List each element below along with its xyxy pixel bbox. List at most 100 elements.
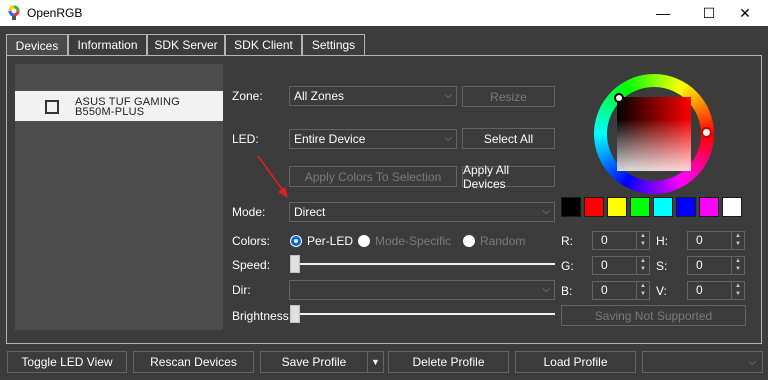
random-radio[interactable]: Random [463,233,525,249]
saturation-spinbox[interactable]: 0 ▲ ▼ [687,256,745,275]
maximize-icon: ☐ [702,4,716,21]
mode-value: Direct [294,205,326,219]
color-wheel[interactable] [594,74,714,194]
b-label: B: [561,284,573,298]
r-label: R: [561,234,573,248]
tab-label: SDK Client [234,38,293,52]
chevron-down-icon: ⌵ [444,133,452,144]
swatch-black[interactable] [561,197,581,217]
saving-not-supported-button[interactable]: Saving Not Supported [561,305,746,326]
wheel-hue-handle[interactable] [614,93,624,103]
g-value: 0 [601,258,608,272]
chevron-down-icon: ⌵ [542,284,550,295]
motherboard-icon [45,100,59,114]
spin-arrows-icon[interactable]: ▲ ▼ [636,232,649,249]
h-value: 0 [696,233,703,247]
mode-select[interactable]: Direct ⌵ [289,202,555,222]
chevron-down-icon: ⌵ [542,206,550,217]
hue-spinbox[interactable]: 0 ▲ ▼ [687,231,745,250]
tab-label: Settings [311,38,356,52]
per-led-radio[interactable]: Per-LED [290,233,353,249]
chevron-down-icon: ⌵ [444,90,452,101]
openrgb-logo-icon [8,5,20,20]
load-profile-button[interactable]: Load Profile [515,351,636,373]
chevron-down-icon: ⌵ [748,356,756,368]
h-label: H: [656,234,668,248]
b-value: 0 [601,283,608,297]
device-list-item[interactable]: ASUS TUF GAMING B550M-PLUS [15,91,223,121]
tab-label: SDK Server [154,38,218,52]
minimize-button[interactable]: — [640,0,686,26]
spin-arrows-icon[interactable]: ▲ ▼ [636,282,649,299]
tab-sdk-client[interactable]: SDK Client [225,34,302,55]
red-spinbox[interactable]: 0 ▲ ▼ [592,231,650,250]
toggle-led-view-button[interactable]: Toggle LED View [7,351,127,373]
triangle-down-icon: ▼ [371,357,380,367]
direction-select[interactable]: ⌵ [289,280,555,300]
brightness-label: Brightness: [232,309,293,323]
apply-colors-label: Apply Colors To Selection [304,169,442,184]
spin-arrows-icon[interactable]: ▲ ▼ [636,257,649,274]
device-name-line2: B550M-PLUS [75,106,145,118]
rescan-devices-button[interactable]: Rescan Devices [133,351,254,373]
rescan-devices-label: Rescan Devices [150,355,237,369]
brightness-slider-handle[interactable] [290,305,300,323]
close-button[interactable]: ✕ [722,0,768,26]
resize-button[interactable]: Resize [462,86,555,107]
apply-all-devices-button[interactable]: Apply All Devices [462,163,555,191]
swatch-magenta[interactable] [699,197,719,217]
blue-spinbox[interactable]: 0 ▲ ▼ [592,281,650,300]
delete-profile-label: Delete Profile [412,355,485,369]
swatch-yellow[interactable] [607,197,627,217]
title-bar: OpenRGB — ☐ ✕ [0,0,768,26]
save-profile-dropdown-button[interactable]: ▼ [368,351,384,373]
radio-unchecked-icon [358,235,370,247]
window-title: OpenRGB [27,6,83,20]
select-all-button[interactable]: Select All [462,128,555,149]
s-label: S: [656,259,668,273]
mode-specific-radio[interactable]: Mode-Specific [358,233,451,249]
v-value: 0 [696,283,703,297]
radio-unchecked-icon [463,235,475,247]
swatch-cyan[interactable] [653,197,673,217]
random-label: Random [480,234,526,248]
tab-information[interactable]: Information [68,34,147,55]
red-arrow-icon [257,155,288,198]
spin-arrows-icon[interactable]: ▲ ▼ [731,232,744,249]
green-spinbox[interactable]: 0 ▲ ▼ [592,256,650,275]
swatch-green[interactable] [630,197,650,217]
zone-label: Zone: [232,89,263,103]
zone-select[interactable]: All Zones ⌵ [289,86,457,106]
swatch-red[interactable] [584,197,604,217]
spin-arrows-icon[interactable]: ▲ ▼ [731,257,744,274]
apply-all-label: Apply All Devices [463,162,510,191]
minimize-icon: — [656,5,670,21]
r-value: 0 [601,233,608,247]
save-profile-button[interactable]: Save Profile [260,351,368,373]
delete-profile-button[interactable]: Delete Profile [388,351,509,373]
wheel-sv-handle[interactable] [701,127,712,138]
v-label: V: [656,284,667,298]
apply-colors-to-selection-button[interactable]: Apply Colors To Selection [289,166,457,187]
swatch-white[interactable] [722,197,742,217]
close-icon: ✕ [739,4,751,21]
spin-arrows-icon[interactable]: ▲ ▼ [731,282,744,299]
tab-label: Information [77,38,138,52]
value-spinbox[interactable]: 0 ▲ ▼ [687,281,745,300]
toggle-led-view-label: Toggle LED View [21,355,113,369]
speed-slider-handle[interactable] [290,255,300,273]
mode-specific-label: Mode-Specific [375,234,452,248]
led-select[interactable]: Entire Device ⌵ [289,129,457,149]
tab-devices[interactable]: Devices [6,34,68,56]
zone-value: All Zones [294,89,345,103]
tab-settings[interactable]: Settings [302,34,365,55]
saturation-value-square[interactable] [617,97,691,171]
load-profile-label: Load Profile [543,355,608,369]
swatch-blue[interactable] [676,197,696,217]
mode-label: Mode: [232,205,266,219]
saving-label: Saving Not Supported [594,308,713,323]
device-name: ASUS TUF GAMING B550M-PLUS [75,97,180,118]
tab-sdk-server[interactable]: SDK Server [147,34,225,55]
resize-label: Resize [490,89,527,104]
profile-select[interactable]: ⌵ [642,351,763,373]
